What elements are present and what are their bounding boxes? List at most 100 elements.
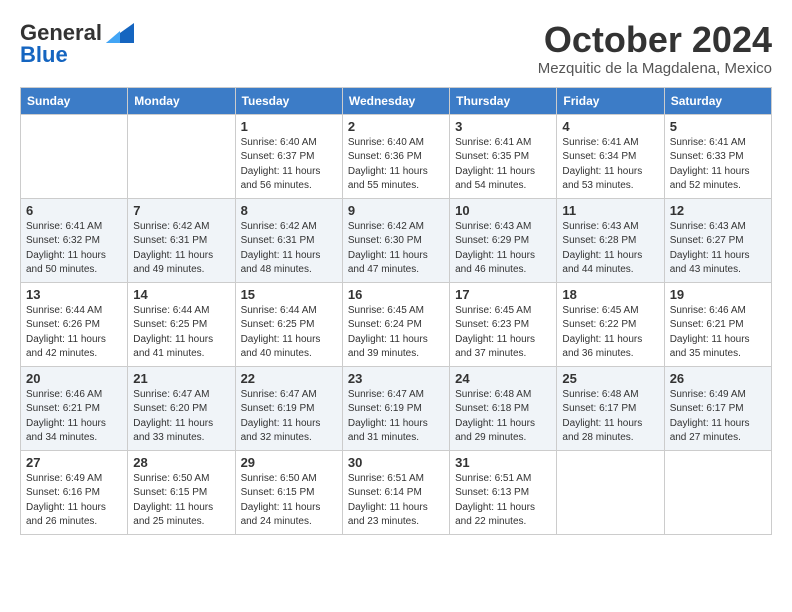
calendar-cell: 10 Sunrise: 6:43 AMSunset: 6:29 PMDayligh…: [450, 198, 557, 282]
month-title: October 2024: [538, 20, 772, 60]
calendar-cell: 2Sunrise: 6:40 AMSunset: 6:36 PMDaylight…: [342, 114, 449, 198]
calendar-cell: 8Sunrise: 6:42 AMSunset: 6:31 PMDaylight…: [235, 198, 342, 282]
day-number: 12: [670, 203, 766, 218]
day-info: Sunrise: 6:43 AMSunset: 6:27 PMDaylight:…: [670, 220, 766, 278]
calendar-cell: 29 Sunrise: 6:50 AMSunset: 6:15 PMDayligh…: [235, 450, 342, 534]
col-header-wednesday: Wednesday: [342, 87, 449, 114]
calendar-cell: [21, 114, 128, 198]
logo-blue: Blue: [20, 42, 68, 68]
day-info: Sunrise: 6:48 AMSunset: 6:17 PMDaylight:…: [562, 388, 658, 446]
day-info: Sunrise: 6:47 AMSunset: 6:19 PMDaylight:…: [241, 388, 337, 446]
day-number: 16: [348, 287, 444, 302]
day-number: 28: [133, 455, 229, 470]
day-number: 11: [562, 203, 658, 218]
logo-icon: [106, 23, 134, 43]
day-info: Sunrise: 6:45 AMSunset: 6:24 PMDaylight:…: [348, 304, 444, 362]
day-number: 1: [241, 119, 337, 134]
day-info: Sunrise: 6:43 AMSunset: 6:29 PMDaylight:…: [455, 220, 551, 278]
day-info: Sunrise: 6:42 AMSunset: 6:31 PMDaylight:…: [133, 220, 229, 278]
day-info: Sunrise: 6:45 AMSunset: 6:23 PMDaylight:…: [455, 304, 551, 362]
day-number: 18: [562, 287, 658, 302]
col-header-thursday: Thursday: [450, 87, 557, 114]
day-info: Sunrise: 6:43 AMSunset: 6:28 PMDaylight:…: [562, 220, 658, 278]
calendar-cell: 30Sunrise: 6:51 AMSunset: 6:14 PMDayligh…: [342, 450, 449, 534]
day-number: 31: [455, 455, 551, 470]
day-number: 9: [348, 203, 444, 218]
calendar-cell: [664, 450, 771, 534]
day-info: Sunrise: 6:41 AMSunset: 6:35 PMDaylight:…: [455, 136, 551, 194]
day-info: Sunrise: 6:41 AMSunset: 6:32 PMDaylight:…: [26, 220, 122, 278]
day-number: 22: [241, 371, 337, 386]
day-number: 13: [26, 287, 122, 302]
logo: General Blue: [20, 20, 134, 68]
location: Mezquitic de la Magdalena, Mexico: [538, 60, 772, 77]
day-number: 5: [670, 119, 766, 134]
calendar-cell: 11 Sunrise: 6:43 AMSunset: 6:28 PMDayligh…: [557, 198, 664, 282]
title-block: October 2024 Mezquitic de la Magdalena, …: [538, 20, 772, 77]
col-header-monday: Monday: [128, 87, 235, 114]
col-header-sunday: Sunday: [21, 87, 128, 114]
day-info: Sunrise: 6:40 AMSunset: 6:37 PMDaylight:…: [241, 136, 337, 194]
day-number: 19: [670, 287, 766, 302]
day-number: 21: [133, 371, 229, 386]
day-info: Sunrise: 6:46 AMSunset: 6:21 PMDaylight:…: [26, 388, 122, 446]
day-info: Sunrise: 6:41 AMSunset: 6:33 PMDaylight:…: [670, 136, 766, 194]
day-info: Sunrise: 6:41 AMSunset: 6:34 PMDaylight:…: [562, 136, 658, 194]
day-info: Sunrise: 6:50 AMSunset: 6:15 PMDaylight:…: [241, 472, 337, 530]
calendar-cell: 14 Sunrise: 6:44 AMSunset: 6:25 PMDayligh…: [128, 282, 235, 366]
calendar-table: SundayMondayTuesdayWednesdayThursdayFrid…: [20, 87, 772, 535]
day-info: Sunrise: 6:42 AMSunset: 6:30 PMDaylight:…: [348, 220, 444, 278]
day-info: Sunrise: 6:51 AMSunset: 6:13 PMDaylight:…: [455, 472, 551, 530]
calendar-cell: 15Sunrise: 6:44 AMSunset: 6:25 PMDayligh…: [235, 282, 342, 366]
day-number: 7: [133, 203, 229, 218]
calendar-cell: 9 Sunrise: 6:42 AMSunset: 6:30 PMDaylight…: [342, 198, 449, 282]
calendar-header-row: SundayMondayTuesdayWednesdayThursdayFrid…: [21, 87, 772, 114]
day-number: 26: [670, 371, 766, 386]
day-info: Sunrise: 6:49 AMSunset: 6:17 PMDaylight:…: [670, 388, 766, 446]
calendar-cell: 22 Sunrise: 6:47 AMSunset: 6:19 PMDayligh…: [235, 366, 342, 450]
calendar-cell: 5 Sunrise: 6:41 AMSunset: 6:33 PMDaylight…: [664, 114, 771, 198]
col-header-friday: Friday: [557, 87, 664, 114]
calendar-cell: 1 Sunrise: 6:40 AMSunset: 6:37 PMDaylight…: [235, 114, 342, 198]
calendar-cell: [557, 450, 664, 534]
calendar-cell: 3 Sunrise: 6:41 AMSunset: 6:35 PMDaylight…: [450, 114, 557, 198]
day-number: 3: [455, 119, 551, 134]
day-info: Sunrise: 6:47 AMSunset: 6:20 PMDaylight:…: [133, 388, 229, 446]
calendar-week-2: 6 Sunrise: 6:41 AMSunset: 6:32 PMDaylight…: [21, 198, 772, 282]
calendar-cell: 23 Sunrise: 6:47 AMSunset: 6:19 PMDayligh…: [342, 366, 449, 450]
calendar-cell: 31 Sunrise: 6:51 AMSunset: 6:13 PMDayligh…: [450, 450, 557, 534]
day-number: 23: [348, 371, 444, 386]
day-info: Sunrise: 6:49 AMSunset: 6:16 PMDaylight:…: [26, 472, 122, 530]
day-number: 14: [133, 287, 229, 302]
calendar-cell: 18Sunrise: 6:45 AMSunset: 6:22 PMDayligh…: [557, 282, 664, 366]
calendar-week-1: 1 Sunrise: 6:40 AMSunset: 6:37 PMDaylight…: [21, 114, 772, 198]
day-info: Sunrise: 6:44 AMSunset: 6:25 PMDaylight:…: [241, 304, 337, 362]
calendar-cell: 7 Sunrise: 6:42 AMSunset: 6:31 PMDaylight…: [128, 198, 235, 282]
day-info: Sunrise: 6:46 AMSunset: 6:21 PMDaylight:…: [670, 304, 766, 362]
day-number: 17: [455, 287, 551, 302]
calendar-cell: 24Sunrise: 6:48 AMSunset: 6:18 PMDayligh…: [450, 366, 557, 450]
calendar-cell: 19 Sunrise: 6:46 AMSunset: 6:21 PMDayligh…: [664, 282, 771, 366]
col-header-saturday: Saturday: [664, 87, 771, 114]
day-number: 25: [562, 371, 658, 386]
day-info: Sunrise: 6:40 AMSunset: 6:36 PMDaylight:…: [348, 136, 444, 194]
calendar-cell: 26 Sunrise: 6:49 AMSunset: 6:17 PMDayligh…: [664, 366, 771, 450]
day-info: Sunrise: 6:50 AMSunset: 6:15 PMDaylight:…: [133, 472, 229, 530]
calendar-cell: 28 Sunrise: 6:50 AMSunset: 6:15 PMDayligh…: [128, 450, 235, 534]
day-info: Sunrise: 6:44 AMSunset: 6:25 PMDaylight:…: [133, 304, 229, 362]
day-info: Sunrise: 6:47 AMSunset: 6:19 PMDaylight:…: [348, 388, 444, 446]
calendar-cell: 27Sunrise: 6:49 AMSunset: 6:16 PMDayligh…: [21, 450, 128, 534]
day-number: 30: [348, 455, 444, 470]
calendar-cell: 16 Sunrise: 6:45 AMSunset: 6:24 PMDayligh…: [342, 282, 449, 366]
calendar-week-5: 27Sunrise: 6:49 AMSunset: 6:16 PMDayligh…: [21, 450, 772, 534]
calendar-cell: [128, 114, 235, 198]
day-info: Sunrise: 6:44 AMSunset: 6:26 PMDaylight:…: [26, 304, 122, 362]
col-header-tuesday: Tuesday: [235, 87, 342, 114]
day-number: 8: [241, 203, 337, 218]
day-number: 6: [26, 203, 122, 218]
day-number: 10: [455, 203, 551, 218]
calendar-cell: 17 Sunrise: 6:45 AMSunset: 6:23 PMDayligh…: [450, 282, 557, 366]
calendar-cell: 12 Sunrise: 6:43 AMSunset: 6:27 PMDayligh…: [664, 198, 771, 282]
day-number: 29: [241, 455, 337, 470]
calendar-cell: 4Sunrise: 6:41 AMSunset: 6:34 PMDaylight…: [557, 114, 664, 198]
